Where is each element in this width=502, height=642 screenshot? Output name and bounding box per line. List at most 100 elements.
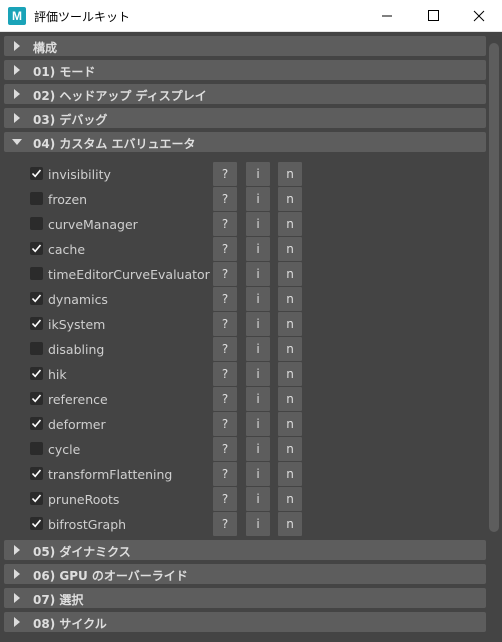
evaluator-help-button[interactable]: ? [213, 487, 237, 511]
evaluator-name: reference [48, 392, 108, 407]
evaluator-info-button[interactable]: i [246, 512, 270, 536]
section-custom-evaluators[interactable]: 04) カスタム エバリュエータ [4, 132, 486, 152]
evaluator-name: dynamics [48, 292, 108, 307]
evaluator-checkbox[interactable] [30, 267, 43, 280]
evaluator-info-button[interactable]: i [246, 312, 270, 336]
section-selection[interactable]: 07) 選択 [4, 588, 486, 608]
checkmark-icon [31, 294, 42, 303]
checkmark-icon [31, 369, 42, 378]
evaluator-info-button[interactable]: i [246, 287, 270, 311]
evaluator-nodes-button[interactable]: n [278, 437, 302, 461]
evaluator-help-button[interactable]: ? [213, 287, 237, 311]
evaluator-help-button[interactable]: ? [213, 387, 237, 411]
evaluator-row: deformer? i n [4, 412, 314, 436]
evaluator-checkbox[interactable] [30, 392, 43, 405]
expand-arrow-icon [14, 41, 20, 51]
evaluator-info-button[interactable]: i [246, 262, 270, 286]
evaluator-info-button[interactable]: i [246, 162, 270, 186]
evaluator-nodes-button[interactable]: n [278, 262, 302, 286]
checkmark-icon [31, 244, 42, 253]
evaluator-nodes-button[interactable]: n [278, 237, 302, 261]
evaluator-help-button[interactable]: ? [213, 187, 237, 211]
evaluator-help-button[interactable]: ? [213, 362, 237, 386]
evaluator-info-button[interactable]: i [246, 212, 270, 236]
evaluator-nodes-button[interactable]: n [278, 487, 302, 511]
minimize-button[interactable] [364, 0, 410, 32]
section-config[interactable]: 構成 [4, 36, 486, 56]
evaluator-checkbox[interactable] [30, 367, 43, 380]
evaluator-help-button[interactable]: ? [213, 212, 237, 236]
evaluator-checkbox[interactable] [30, 492, 43, 505]
evaluator-checkbox[interactable] [30, 342, 43, 355]
toolkit-content: 構成 01) モード 02) ヘッドアップ ディスプレイ 03) デバッグ 04… [0, 32, 502, 642]
evaluator-help-button[interactable]: ? [213, 162, 237, 186]
evaluator-info-button[interactable]: i [246, 362, 270, 386]
evaluator-row: disabling? i n [4, 337, 314, 361]
evaluator-info-button[interactable]: i [246, 187, 270, 211]
expand-arrow-icon [14, 569, 20, 579]
evaluator-info-button[interactable]: i [246, 462, 270, 486]
evaluator-nodes-button[interactable]: n [278, 362, 302, 386]
evaluator-name: curveManager [48, 217, 138, 232]
scrollbar-thumb[interactable] [489, 43, 499, 532]
section-label: 01) モード [33, 65, 96, 79]
evaluator-info-button[interactable]: i [246, 387, 270, 411]
evaluator-help-button[interactable]: ? [213, 312, 237, 336]
evaluator-help-button[interactable]: ? [213, 237, 237, 261]
checkmark-icon [31, 519, 42, 528]
evaluator-row: reference? i n [4, 387, 314, 411]
evaluator-checkbox[interactable] [30, 292, 43, 305]
evaluator-checkbox[interactable] [30, 417, 43, 430]
evaluator-name: timeEditorCurveEvaluator [48, 267, 210, 282]
section-modes[interactable]: 01) モード [4, 60, 486, 80]
close-icon [473, 10, 485, 22]
evaluator-checkbox[interactable] [30, 217, 43, 230]
evaluator-checkbox[interactable] [30, 442, 43, 455]
evaluator-info-button[interactable]: i [246, 237, 270, 261]
evaluator-nodes-button[interactable]: n [278, 512, 302, 536]
section-label: 05) ダイナミクス [33, 545, 131, 559]
evaluator-checkbox[interactable] [30, 467, 43, 480]
expand-arrow-icon [14, 593, 20, 603]
evaluator-row: timeEditorCurveEvaluator? i n [4, 262, 314, 286]
evaluator-nodes-button[interactable]: n [278, 387, 302, 411]
section-label: 02) ヘッドアップ ディスプレイ [33, 89, 207, 103]
evaluator-checkbox[interactable] [30, 242, 43, 255]
evaluator-nodes-button[interactable]: n [278, 462, 302, 486]
close-button[interactable] [456, 0, 502, 32]
evaluator-checkbox[interactable] [30, 167, 43, 180]
vertical-scrollbar[interactable] [487, 32, 502, 642]
evaluator-checkbox[interactable] [30, 192, 43, 205]
evaluator-nodes-button[interactable]: n [278, 312, 302, 336]
evaluator-nodes-button[interactable]: n [278, 337, 302, 361]
section-debug[interactable]: 03) デバッグ [4, 108, 486, 128]
evaluator-info-button[interactable]: i [246, 487, 270, 511]
section-heads-up-display[interactable]: 02) ヘッドアップ ディスプレイ [4, 84, 486, 104]
evaluator-help-button[interactable]: ? [213, 262, 237, 286]
evaluator-help-button[interactable]: ? [213, 437, 237, 461]
section-label: 04) カスタム エバリュエータ [33, 137, 196, 151]
checkmark-icon [31, 319, 42, 328]
section-cycles[interactable]: 08) サイクル [4, 612, 486, 632]
section-dynamics[interactable]: 05) ダイナミクス [4, 540, 486, 560]
evaluator-checkbox[interactable] [30, 517, 43, 530]
expand-arrow-icon [14, 113, 20, 123]
evaluator-info-button[interactable]: i [246, 437, 270, 461]
evaluator-nodes-button[interactable]: n [278, 162, 302, 186]
maximize-button[interactable] [410, 0, 456, 32]
evaluator-checkbox[interactable] [30, 317, 43, 330]
evaluator-help-button[interactable]: ? [213, 337, 237, 361]
evaluator-nodes-button[interactable]: n [278, 287, 302, 311]
evaluator-info-button[interactable]: i [246, 337, 270, 361]
evaluator-nodes-button[interactable]: n [278, 187, 302, 211]
evaluator-name: pruneRoots [48, 492, 120, 507]
checkmark-icon [31, 494, 42, 503]
evaluator-nodes-button[interactable]: n [278, 412, 302, 436]
evaluator-info-button[interactable]: i [246, 412, 270, 436]
section-gpu-override[interactable]: 06) GPU のオーバーライド [4, 564, 486, 584]
evaluator-row: curveManager? i n [4, 212, 314, 236]
evaluator-help-button[interactable]: ? [213, 412, 237, 436]
evaluator-help-button[interactable]: ? [213, 512, 237, 536]
evaluator-nodes-button[interactable]: n [278, 212, 302, 236]
evaluator-help-button[interactable]: ? [213, 462, 237, 486]
